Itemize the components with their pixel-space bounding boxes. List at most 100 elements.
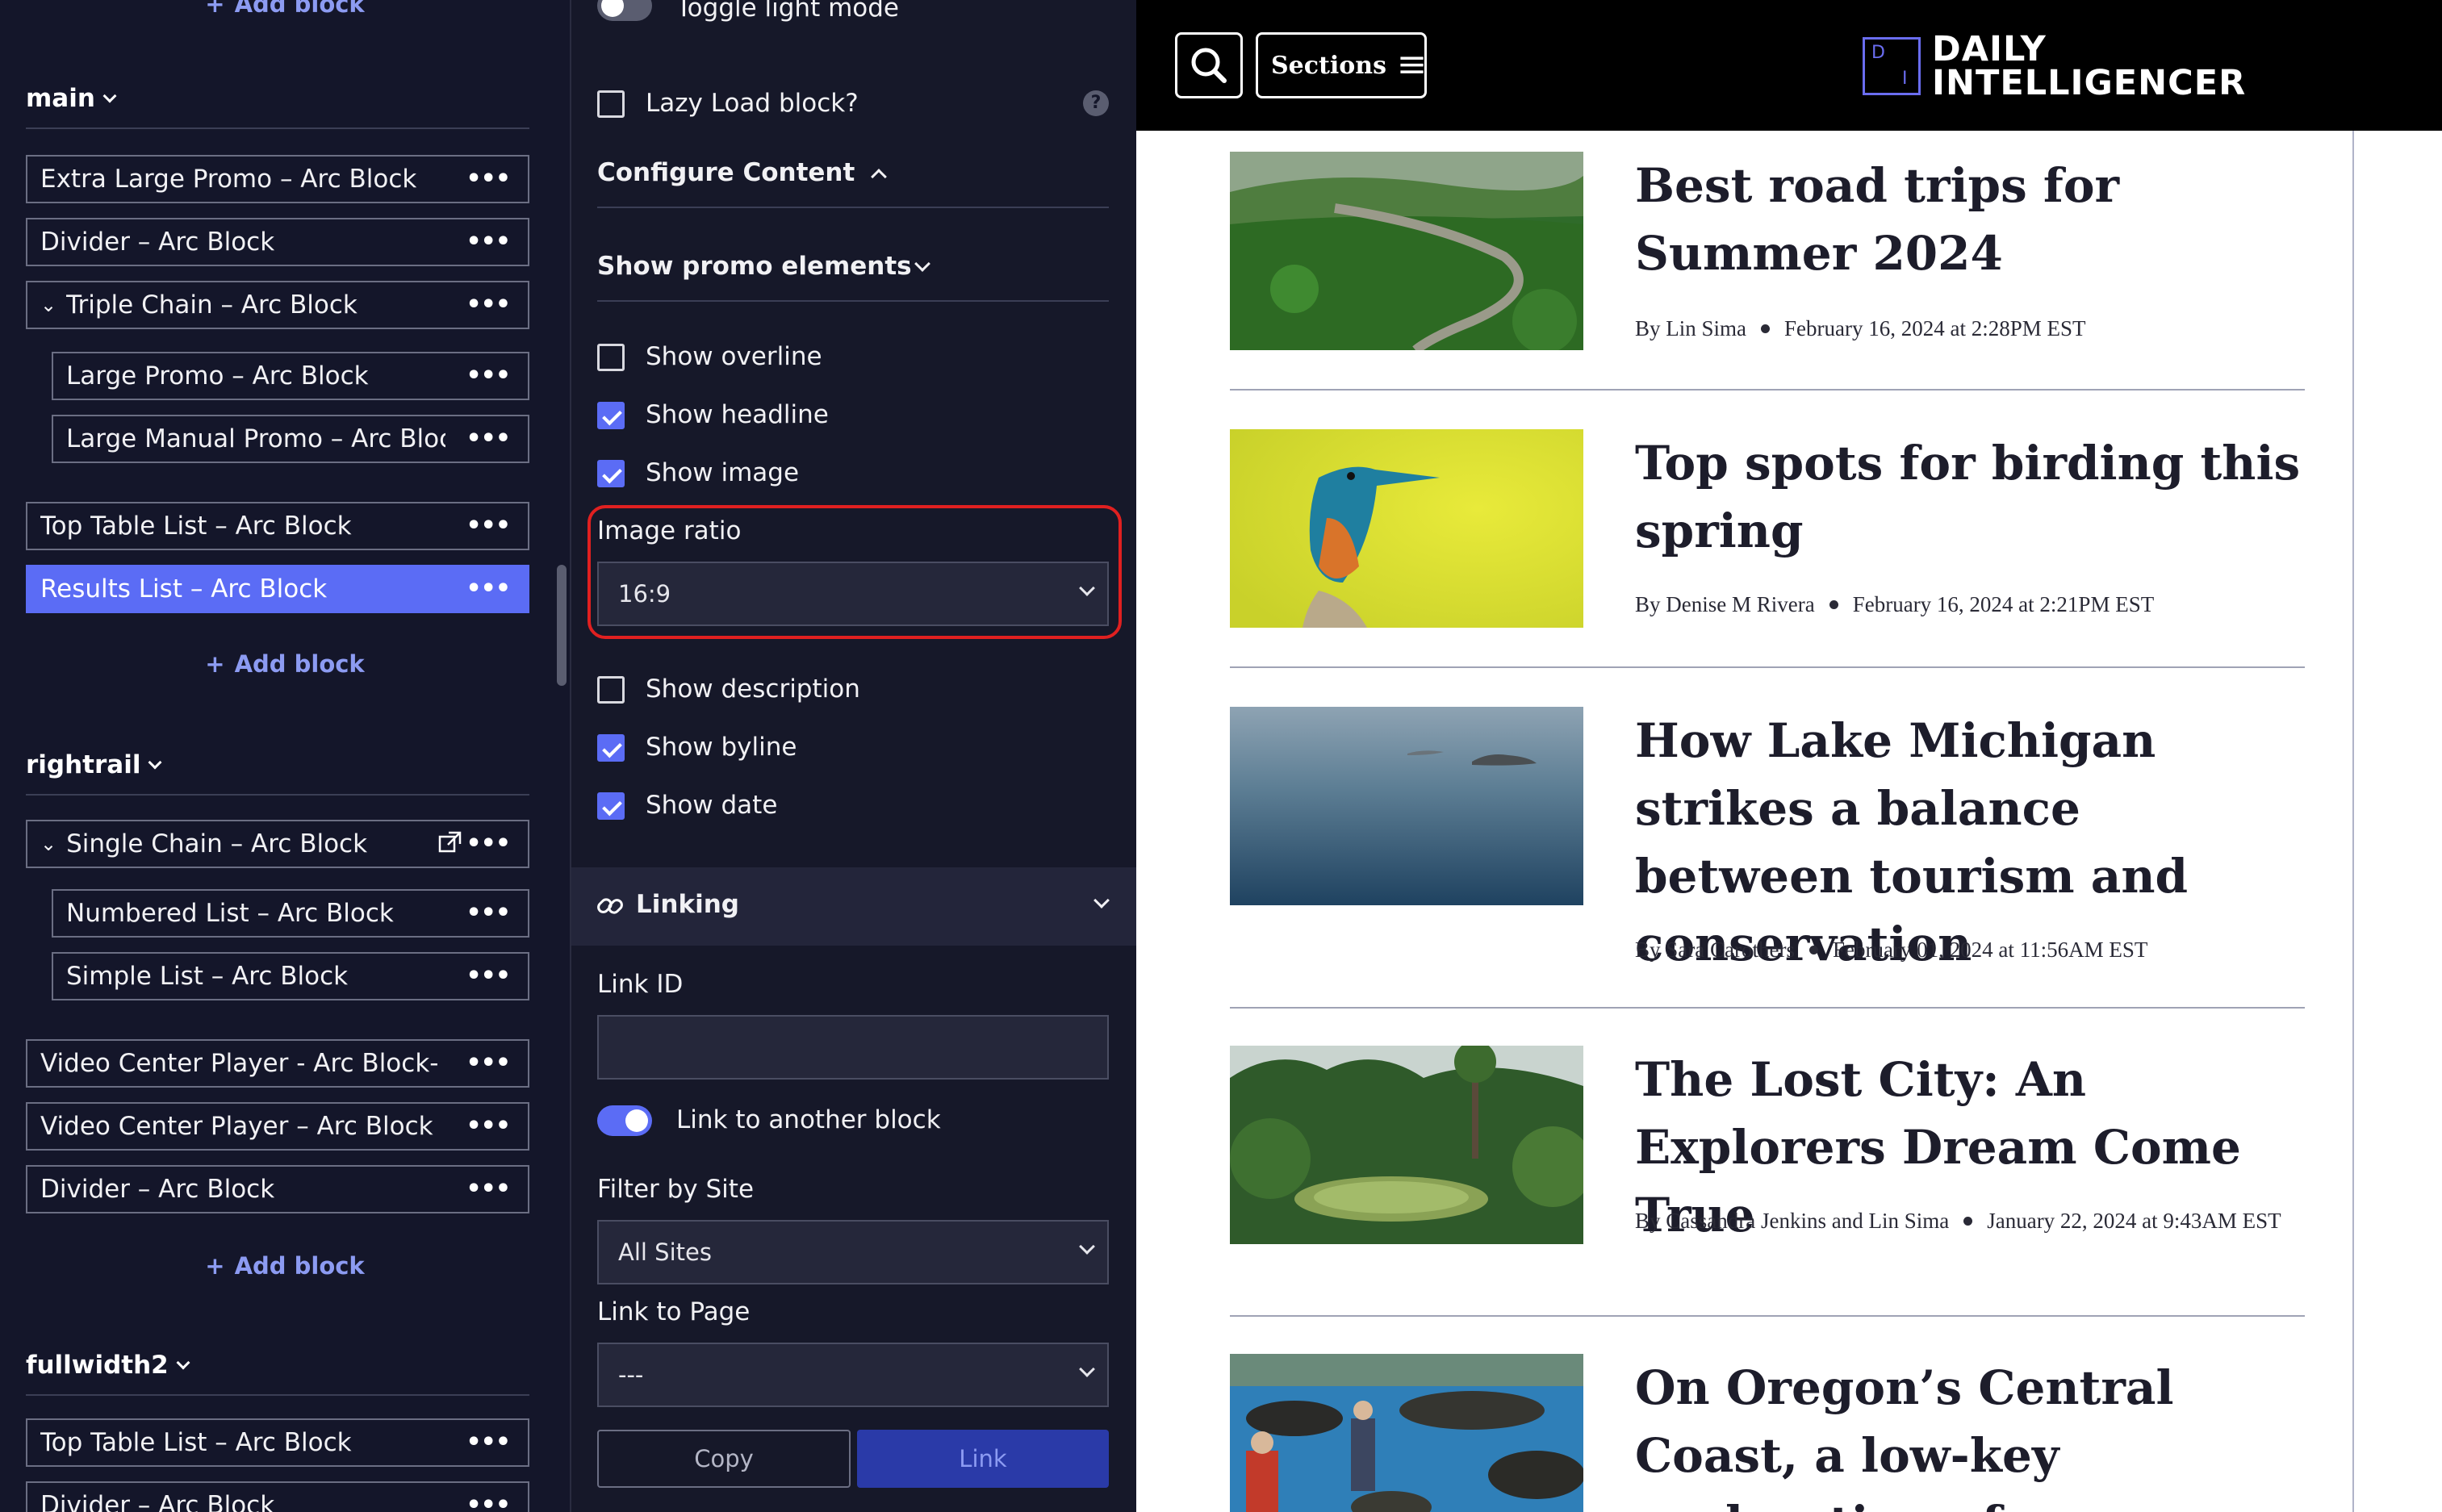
more-options-icon[interactable]: ••• <box>466 829 511 858</box>
block-item-chain[interactable]: ⌄ Single Chain – Arc Block ••• <box>26 820 529 868</box>
configure-content-header[interactable]: Configure Content <box>597 158 855 187</box>
story-headline[interactable]: Best road trips for Summer 2024 <box>1635 152 2305 287</box>
divider <box>1230 389 2305 391</box>
lazy-load-label: Lazy Load block? <box>646 89 859 118</box>
block-item-selected[interactable]: Results List – Arc Block ••• <box>26 565 529 613</box>
story-card[interactable]: How Lake Michigan strikes a balance betw… <box>1230 707 2305 1013</box>
show-image-checkbox[interactable] <box>597 460 625 487</box>
block-item[interactable]: Divider – Arc Block ••• <box>26 1165 529 1213</box>
bullet-separator <box>1809 946 1818 955</box>
help-icon[interactable]: ? <box>1083 90 1109 116</box>
divider <box>2352 131 2354 1512</box>
toggle-knob <box>625 1109 648 1132</box>
show-promo-elements-header[interactable]: Show promo elements <box>597 252 912 281</box>
link-to-another-block-label: Link to another block <box>676 1105 941 1134</box>
block-item[interactable]: Video Center Player - Arc Block- ••• <box>26 1039 529 1088</box>
more-options-icon[interactable]: ••• <box>466 512 511 540</box>
plus-icon: + <box>205 1252 225 1280</box>
more-options-icon[interactable]: ••• <box>466 1049 511 1077</box>
story-card[interactable]: Top spots for birding this spring By Den… <box>1230 429 2305 671</box>
block-item[interactable]: Top Table List – Arc Block ••• <box>26 1418 529 1467</box>
block-item-child[interactable]: Large Manual Promo – Arc Bloc ••• <box>52 415 529 463</box>
search-button[interactable] <box>1175 32 1243 98</box>
more-options-icon[interactable]: ••• <box>466 574 511 603</box>
more-options-icon[interactable]: ••• <box>466 165 511 193</box>
site-logo[interactable]: D I DAILY INTELLIGENCER <box>1863 29 2247 103</box>
more-options-icon[interactable]: ••• <box>466 962 511 990</box>
add-block-button[interactable]: + Add block <box>0 0 570 18</box>
link-icon <box>597 898 623 914</box>
copy-button[interactable]: Copy <box>597 1430 851 1488</box>
link-to-another-block-toggle[interactable] <box>597 1105 652 1136</box>
more-options-icon[interactable]: ••• <box>466 1175 511 1203</box>
link-id-label: Link ID <box>597 970 684 999</box>
section-header-rightrail[interactable]: rightrail <box>26 750 162 779</box>
story-byline: By Cassandra Jenkins and Lin Sima January… <box>1635 1209 2281 1233</box>
story-image-lost-city[interactable] <box>1230 1046 1583 1244</box>
block-item[interactable]: Divider – Arc Block ••• <box>26 1481 529 1512</box>
page-preview: Sections D I DAILY INTELLIGENCER Best ro… <box>1136 0 2442 1512</box>
story-headline[interactable]: On Oregon’s Central Coast, a low-key exp… <box>1635 1354 2305 1512</box>
show-headline-label: Show headline <box>646 400 829 429</box>
show-headline-checkbox[interactable] <box>597 402 625 429</box>
story-image-coast[interactable] <box>1230 1354 1583 1512</box>
section-header-main[interactable]: main <box>26 84 117 113</box>
chevron-down-icon[interactable]: ⌄ <box>40 833 56 855</box>
block-item-child[interactable]: Large Promo – Arc Block ••• <box>52 352 529 400</box>
highlight-annotation <box>588 505 1122 639</box>
show-overline-checkbox[interactable] <box>597 344 625 371</box>
show-byline-checkbox[interactable] <box>597 734 625 762</box>
story-image-bird[interactable] <box>1230 429 1583 628</box>
chevron-down-icon[interactable] <box>914 256 930 272</box>
block-item[interactable]: Divider – Arc Block ••• <box>26 218 529 266</box>
show-description-label: Show description <box>646 675 860 704</box>
more-options-icon[interactable]: ••• <box>466 424 511 453</box>
link-id-input[interactable] <box>597 1015 1109 1080</box>
linking-header[interactable]: Linking <box>571 867 1136 946</box>
block-item[interactable]: Video Center Player – Arc Block ••• <box>26 1102 529 1151</box>
divider <box>1230 1007 2305 1009</box>
more-options-icon[interactable]: ••• <box>466 1491 511 1512</box>
divider <box>26 1394 529 1396</box>
link-button[interactable]: Link <box>857 1430 1109 1488</box>
story-byline: By Sara Carothers February 01, 2024 at 11… <box>1635 938 2148 962</box>
site-header: Sections D I DAILY INTELLIGENCER <box>1136 0 2442 131</box>
block-item-child[interactable]: Numbered List – Arc Block ••• <box>52 889 529 938</box>
more-options-icon[interactable]: ••• <box>466 290 511 319</box>
light-mode-toggle[interactable] <box>597 0 652 21</box>
logo-text: DAILY INTELLIGENCER <box>1932 29 2247 103</box>
block-item-chain[interactable]: ⌄ Triple Chain – Arc Block ••• <box>26 281 529 329</box>
story-card[interactable]: Best road trips for Summer 2024 By Lin S… <box>1230 152 2305 386</box>
link-to-page-select[interactable]: --- <box>597 1343 1109 1407</box>
show-byline-label: Show byline <box>646 733 797 762</box>
block-item-child[interactable]: Simple List – Arc Block ••• <box>52 952 529 1000</box>
show-description-checkbox[interactable] <box>597 676 625 704</box>
add-block-button[interactable]: + Add block <box>0 650 570 678</box>
scrollbar-thumb[interactable] <box>557 565 567 686</box>
add-block-button[interactable]: + Add block <box>0 1252 570 1280</box>
external-link-icon[interactable] <box>437 829 463 855</box>
story-card[interactable]: The Lost City: An Explorers Dream Come T… <box>1230 1046 2305 1288</box>
chevron-down-icon[interactable] <box>1093 892 1110 908</box>
story-headline[interactable]: Top spots for birding this spring <box>1635 429 2305 565</box>
linking-label: Linking <box>636 890 739 919</box>
divider <box>597 207 1109 208</box>
block-item[interactable]: Top Table List – Arc Block ••• <box>26 502 529 550</box>
more-options-icon[interactable]: ••• <box>466 899 511 927</box>
sections-menu-button[interactable]: Sections <box>1256 32 1427 98</box>
more-options-icon[interactable]: ••• <box>466 1428 511 1456</box>
more-options-icon[interactable]: ••• <box>466 228 511 256</box>
story-image-lake[interactable] <box>1230 707 1583 905</box>
show-date-checkbox[interactable] <box>597 792 625 820</box>
chevron-down-icon <box>1079 1238 1095 1255</box>
block-item[interactable]: Extra Large Promo – Arc Block ••• <box>26 155 529 203</box>
chevron-up-icon[interactable] <box>871 169 887 185</box>
story-card[interactable]: On Oregon’s Central Coast, a low-key exp… <box>1230 1354 2305 1512</box>
more-options-icon[interactable]: ••• <box>466 361 511 390</box>
chevron-down-icon[interactable]: ⌄ <box>40 294 56 316</box>
story-image-road[interactable] <box>1230 152 1583 350</box>
section-header-fullwidth2[interactable]: fullwidth2 <box>26 1351 190 1380</box>
filter-by-site-select[interactable]: All Sites <box>597 1220 1109 1284</box>
lazy-load-checkbox[interactable] <box>597 90 625 118</box>
more-options-icon[interactable]: ••• <box>466 1112 511 1140</box>
